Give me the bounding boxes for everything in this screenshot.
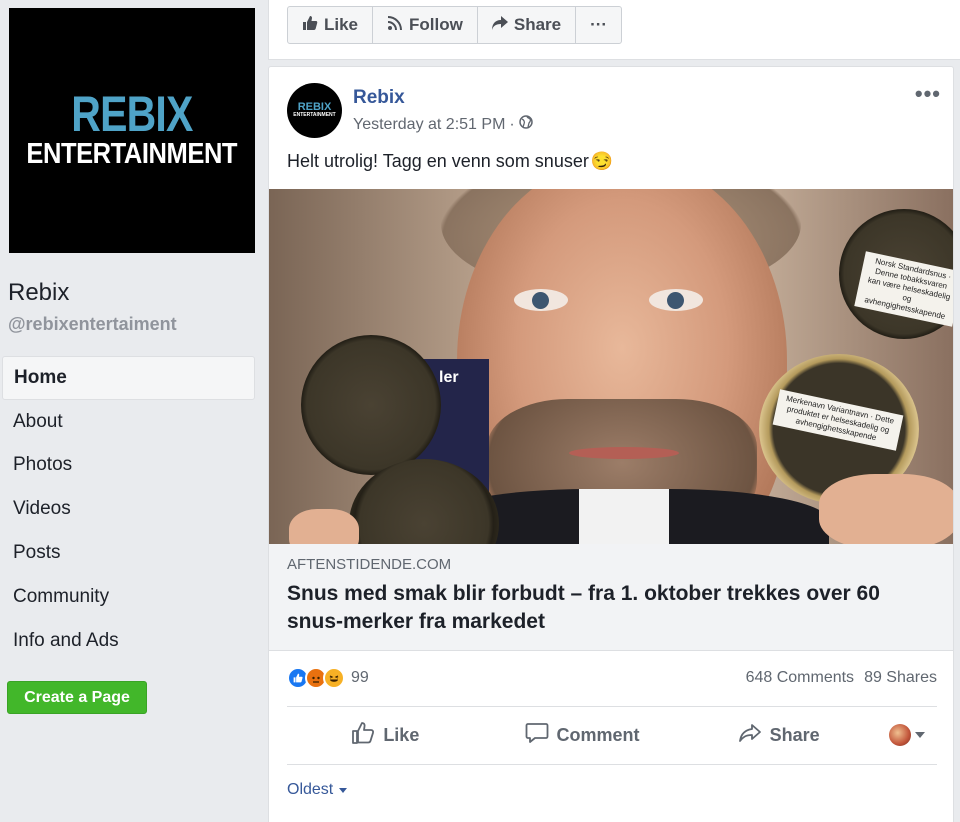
nav-item-posts[interactable]: Posts (2, 531, 255, 575)
thumbs-up-outline-icon (351, 721, 375, 749)
shares-count[interactable]: 89 Shares (864, 669, 937, 687)
post-card: REBIX ENTERTAINMENT Rebix Yesterday at 2… (268, 66, 954, 822)
photo-left-hand (289, 509, 359, 544)
reaction-count: 99 (351, 669, 369, 686)
page-profile-picture[interactable]: REBIX ENTERTAINMENT (9, 8, 255, 253)
page-follow-button[interactable]: Follow (373, 7, 478, 43)
photo-right-eye (649, 289, 703, 311)
page-share-label: Share (513, 15, 562, 34)
page-sidebar: REBIX ENTERTAINMENT Rebix @rebixentertai… (0, 0, 262, 822)
logo-line-1: REBIX (71, 85, 193, 142)
page-more-button[interactable]: ··· (576, 7, 621, 43)
page-follow-label: Follow (409, 15, 463, 34)
post-actions: Like Comment Share (287, 707, 937, 763)
avatar-logo-line-1: REBIX (297, 101, 332, 113)
nav-item-about[interactable]: About (2, 400, 255, 444)
user-avatar (889, 724, 912, 746)
more-dots-icon: ··· (590, 15, 608, 34)
comments-count[interactable]: 648 Comments (746, 669, 855, 687)
post-message: Helt utrolig! Tagg en venn som snuser (287, 151, 589, 171)
meta-separator: · (509, 115, 515, 133)
post-text: Helt utrolig! Tagg en venn som snuser 😏 (287, 151, 613, 172)
page-nav: Home About Photos Videos Posts Community… (2, 356, 255, 663)
haha-reaction-icon (323, 667, 345, 689)
thumbs-up-icon (302, 15, 318, 36)
engagement-counts: 648 Comments 89 Shares (746, 669, 937, 687)
caret-down-icon (915, 732, 926, 738)
post-share-button[interactable]: Share (680, 722, 877, 749)
comment-icon (525, 722, 549, 749)
photo-mouth (569, 447, 679, 459)
nav-item-home[interactable]: Home (2, 356, 255, 400)
nav-item-videos[interactable]: Videos (2, 487, 255, 531)
page-action-buttons: Like Follow Share ··· (287, 6, 623, 44)
logo-line-2: ENTERTAINMENT (26, 137, 238, 170)
avatar-logo-line-2: ENTERTAINMENT (293, 112, 336, 118)
photo-collar (579, 489, 669, 544)
photo-right-hand (819, 474, 953, 544)
globe-icon (518, 115, 533, 134)
page-name[interactable]: Rebix (8, 279, 69, 307)
page-username[interactable]: @rebixentertaiment (8, 314, 177, 335)
post-link-image[interactable]: ler Norsk Standardsnus · Denne tobakksva… (269, 189, 953, 544)
post-timestamp[interactable]: Yesterday at 2:51 PM (353, 116, 505, 134)
post-comment-button[interactable]: Comment (484, 722, 681, 749)
post-options-button[interactable]: ••• (915, 81, 941, 107)
reactions-summary[interactable]: 99 (287, 667, 369, 689)
photo-tin-label-top-right: Norsk Standardsnus · Denne tobakksvaren … (854, 251, 953, 327)
sort-caret-down-icon (339, 787, 348, 793)
comment-sort-dropdown[interactable]: Oldest (287, 781, 348, 799)
page-share-button[interactable]: Share (478, 7, 577, 43)
page-like-label: Like (324, 15, 359, 34)
nav-item-community[interactable]: Community (2, 575, 255, 619)
post-like-button[interactable]: Like (287, 721, 484, 749)
nav-item-photos[interactable]: Photos (2, 444, 255, 488)
photo-tin-label-right: Merkenavn Variantnavn · Dette produktet … (772, 389, 904, 451)
photo-snus-tin-top-right: Norsk Standardsnus · Denne tobakksvaren … (839, 209, 953, 339)
comment-sort-label: Oldest (287, 781, 334, 798)
link-title[interactable]: Snus med smak blir forbudt – fra 1. okto… (287, 580, 937, 636)
photo-box-text: ler (439, 369, 459, 386)
create-page-button[interactable]: Create a Page (7, 681, 147, 714)
post-author-name[interactable]: Rebix (353, 87, 405, 109)
nav-item-info-and-ads[interactable]: Info and Ads (2, 619, 255, 663)
post-share-label: Share (769, 724, 820, 745)
actions-divider (287, 764, 937, 765)
page-action-bar: Like Follow Share ··· (268, 0, 960, 60)
post-like-label: Like (383, 724, 420, 745)
photo-left-eye (514, 289, 568, 311)
link-domain: AFTENSTIDENDE.COM (287, 556, 452, 573)
smirk-emoji-icon: 😏 (590, 151, 614, 171)
post-comment-label: Comment (556, 724, 640, 745)
rss-follow-icon (387, 15, 403, 36)
link-preview[interactable]: AFTENSTIDENDE.COM Snus med smak blir for… (269, 544, 953, 651)
photo-snus-tin-left (301, 335, 441, 475)
post-meta: Yesterday at 2:51 PM · (353, 115, 533, 134)
share-arrow-icon (491, 15, 508, 36)
post-as-selector[interactable] (877, 724, 937, 746)
share-arrow-outline-icon (738, 722, 762, 749)
page-like-button[interactable]: Like (288, 7, 374, 43)
post-author-avatar[interactable]: REBIX ENTERTAINMENT (287, 83, 342, 138)
